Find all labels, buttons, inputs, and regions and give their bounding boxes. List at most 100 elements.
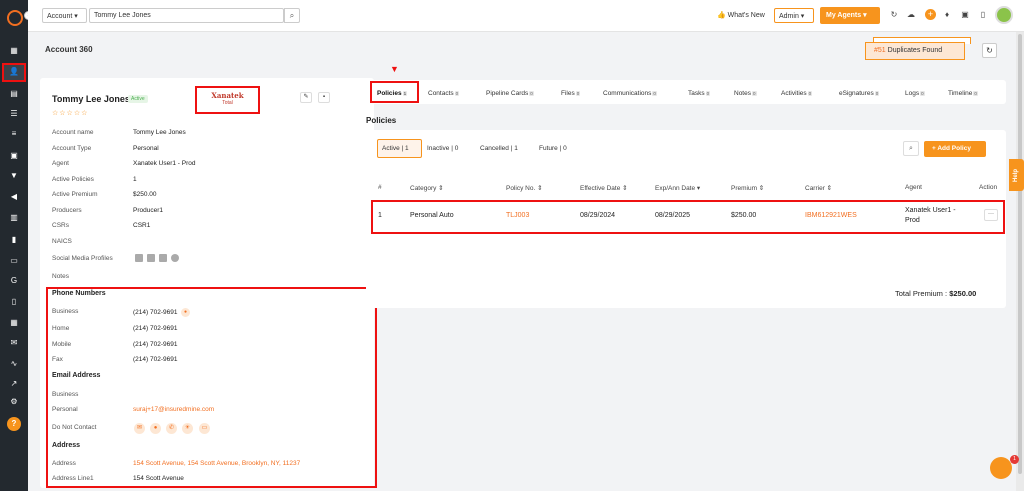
dnc-phone-icon[interactable]: ✆	[166, 423, 177, 434]
whats-new-link[interactable]: 👍 What's New	[717, 11, 765, 19]
tab-notes[interactable]: Notes 0	[734, 90, 757, 97]
twitter-icon[interactable]	[159, 254, 167, 262]
agency-logo-sub: Total	[222, 100, 233, 106]
field-value: Tommy Lee Jones	[133, 129, 186, 136]
tab-files[interactable]: Files 0	[561, 90, 581, 97]
dnc-email-icon[interactable]: ✉	[134, 423, 145, 434]
dnc-sun-icon[interactable]: ☀	[182, 423, 193, 434]
chat-icon[interactable]	[990, 457, 1012, 479]
add-icon[interactable]: +	[925, 9, 936, 20]
sidebar: › ▦ 👤 ▤ ☰ ≡ ▣ ▼ ◀ ▥ ▮ ▭ G ▯ ▦ ✉ ∿ ↗ ⚙ ?	[0, 0, 33, 491]
phone-value[interactable]: (214) 702-9691	[133, 341, 177, 348]
files-icon[interactable]: ▤	[9, 90, 19, 98]
row-more-icon[interactable]: ···	[984, 209, 998, 221]
row-agent-line2: Prod	[905, 217, 920, 224]
tab-count: 0	[575, 90, 581, 96]
dnc-sms-icon[interactable]: ●	[150, 423, 161, 434]
filter-active[interactable]: Active | 1	[382, 145, 409, 152]
filter-future[interactable]: Future | 0	[539, 145, 567, 152]
row-carrier[interactable]: IBM612921WES	[805, 212, 857, 219]
linkedin-icon[interactable]	[135, 254, 143, 262]
field-label: Active Policies	[52, 176, 94, 183]
folder-icon[interactable]: ▭	[9, 257, 19, 265]
filter-label: Future	[539, 145, 558, 152]
field-label: Account name	[52, 129, 94, 136]
policy-search-icon[interactable]: ⌕	[903, 141, 919, 156]
app-logo-icon[interactable]	[7, 10, 23, 26]
scrollbar-thumb[interactable]	[1018, 34, 1022, 474]
megaphone-icon[interactable]: ◀	[9, 193, 19, 201]
clipboard-icon[interactable]: ▥	[9, 214, 19, 222]
filter-count: 0	[563, 145, 567, 152]
help-question-icon[interactable]: ?	[7, 417, 21, 431]
phone-value[interactable]: (214) 702-9691	[133, 309, 177, 316]
facebook-icon[interactable]	[147, 254, 155, 262]
column-header[interactable]: Exp/Ann Date ▾	[655, 184, 700, 192]
tab-count: 0	[920, 90, 925, 96]
settings-icon[interactable]: ⚙	[9, 398, 19, 406]
globe-icon[interactable]	[171, 254, 179, 262]
calendar-icon[interactable]: ▦	[9, 319, 19, 327]
tab-tasks[interactable]: Tasks 0	[688, 90, 711, 97]
account-type-select[interactable]: Account ▾	[42, 8, 87, 23]
delete-icon[interactable]: ▪	[318, 92, 330, 103]
phone-label: Fax	[52, 356, 63, 363]
filter-inactive[interactable]: Inactive | 0	[427, 145, 458, 152]
sync-icon[interactable]: ↻	[889, 10, 899, 20]
search-icon[interactable]: ⌕	[284, 8, 300, 23]
column-header[interactable]: Category ⇕	[410, 184, 444, 192]
tab-policies[interactable]: Policies 1	[377, 90, 408, 97]
field-label: Active Premium	[52, 191, 98, 198]
tab-activities[interactable]: Activities 0	[781, 90, 813, 97]
google-icon[interactable]: G	[9, 277, 19, 285]
tab-esignatures[interactable]: eSignatures 0	[839, 90, 880, 97]
activity-icon[interactable]: ∿	[9, 360, 19, 368]
bell-icon[interactable]: ♦	[942, 10, 952, 20]
refresh-icon[interactable]: ↻	[982, 43, 997, 58]
mail-icon[interactable]: ✉	[9, 339, 19, 347]
field-label: Social Media Profiles	[52, 255, 113, 262]
phone-icon[interactable]: ▯	[978, 10, 988, 20]
document-icon[interactable]: ▯	[9, 298, 19, 306]
chart-icon[interactable]: ↗	[9, 380, 19, 388]
column-header[interactable]: Carrier ⇕	[805, 184, 832, 192]
email-value[interactable]: suraj+17@insuredmine.com	[133, 406, 214, 413]
edit-icon[interactable]: ✎	[300, 92, 312, 103]
column-header: Agent	[905, 184, 922, 191]
reports-icon[interactable]: ▮	[9, 236, 19, 244]
avatar[interactable]	[995, 6, 1013, 24]
column-header[interactable]: Premium ⇕	[731, 184, 764, 192]
column-header[interactable]: Effective Date ⇕	[580, 184, 628, 192]
phone-value[interactable]: (214) 702-9691	[133, 325, 177, 332]
tab-communications[interactable]: Communications 0	[603, 90, 657, 97]
filter-icon[interactable]: ▼	[9, 172, 19, 180]
tab-timeline[interactable]: Timeline 0	[948, 90, 978, 97]
my-agents-button[interactable]: My Agents ▾	[820, 7, 880, 24]
chip-icon[interactable]: ▣	[960, 10, 970, 20]
address-label: Address	[52, 460, 76, 467]
column-header[interactable]: Policy No. ⇕	[506, 184, 543, 192]
help-tab[interactable]: Help	[1009, 159, 1024, 191]
tab-pipeline-cards[interactable]: Pipeline Cards 0	[486, 90, 534, 97]
add-policy-button[interactable]: + Add Policy	[924, 141, 986, 157]
row-policy-no[interactable]: TLJ003	[506, 212, 529, 219]
tab-contacts[interactable]: Contacts 0	[428, 90, 460, 97]
rating-stars[interactable]: ☆☆☆☆☆	[52, 109, 88, 117]
search-input[interactable]: Tommy Lee Jones	[89, 8, 284, 23]
sms-icon[interactable]: ●	[181, 308, 190, 317]
cloud-icon[interactable]: ☁	[906, 10, 916, 20]
total-premium-value: $250.00	[949, 289, 977, 298]
dashboard-icon[interactable]: ▦	[9, 47, 19, 55]
duplicates-found-button[interactable]: #51 Duplicates Found	[865, 42, 965, 60]
contacts-icon[interactable]: ▣	[9, 152, 19, 160]
tab-logs[interactable]: Logs 0	[905, 90, 925, 97]
accounts-icon[interactable]: 👤	[9, 68, 19, 76]
address-value[interactable]: 154 Scott Avenue, 154 Scott Avenue, Broo…	[133, 460, 300, 467]
dnc-mail-icon[interactable]: ▭	[199, 423, 210, 434]
phone-value[interactable]: (214) 702-9691	[133, 356, 177, 363]
filter-cancelled[interactable]: Cancelled | 1	[480, 145, 518, 152]
list-icon[interactable]: ☰	[9, 110, 19, 118]
admin-select[interactable]: Admin ▾	[774, 8, 814, 23]
lines-icon[interactable]: ≡	[9, 130, 19, 138]
tab-count: 0	[652, 90, 657, 96]
